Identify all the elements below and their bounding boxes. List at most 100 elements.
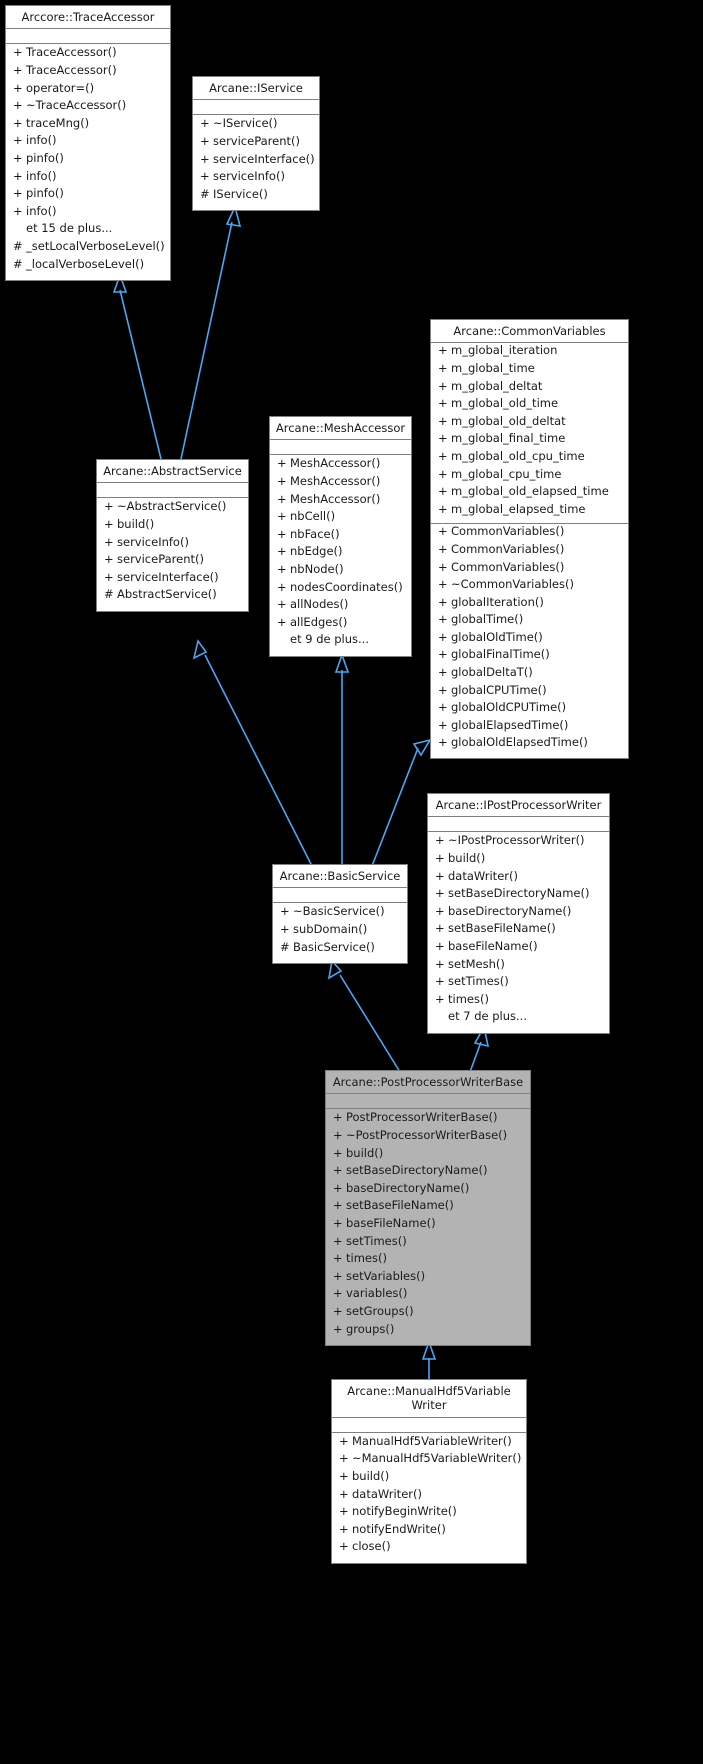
member-row: + ~IService() [193, 118, 319, 136]
class-title: Arcane::AbstractService [103, 464, 242, 478]
member-row: + ~CommonVariables() [431, 579, 628, 597]
member-row: + allEdges() [270, 617, 411, 635]
member-name: CommonVariables() [451, 561, 565, 574]
member-row: + setTimes() [326, 1236, 530, 1254]
member-name: ~IService() [213, 118, 278, 131]
visibility-marker: + [333, 1253, 343, 1266]
member-name: globalTime() [451, 614, 524, 627]
member-row: + globalOldElapsedTime() [431, 737, 628, 755]
class-box-postprocessor-writer-base[interactable]: Arcane::PostProcessorWriterBase + PostPro… [325, 1070, 531, 1347]
member-name: et 9 de plus... [290, 634, 369, 647]
member-name: ~IPostProcessorWriter() [448, 835, 585, 848]
visibility-marker: + [333, 1323, 343, 1336]
member-name: info() [26, 135, 57, 148]
visibility-marker: + [200, 135, 210, 148]
visibility-marker: + [435, 976, 445, 989]
member-row: + serviceParent() [97, 554, 248, 572]
member-row: + globalElapsedTime() [431, 720, 628, 738]
visibility-marker: + [438, 614, 448, 627]
member-row: + m_global_old_deltat [431, 416, 628, 434]
member-row: + ~ManualHdf5VariableWriter() [332, 1453, 526, 1471]
methods-compartment: + TraceAccessor() + TraceAccessor() + opera… [6, 44, 170, 280]
member-row: + setBaseDirectoryName() [428, 888, 609, 906]
member-name: serviceInfo() [213, 171, 285, 184]
visibility-marker: + [435, 905, 445, 918]
visibility-marker: + [438, 468, 448, 481]
member-row: + serviceParent() [193, 136, 319, 154]
member-name: setBaseFileName() [346, 1200, 454, 1213]
member-row: + m_global_old_elapsed_time [431, 486, 628, 504]
member-name: ManualHdf5VariableWriter() [352, 1435, 512, 1448]
member-row: + m_global_deltat [431, 381, 628, 399]
visibility-marker: + [339, 1470, 349, 1483]
member-row: + notifyEndWrite() [332, 1524, 526, 1542]
member-name: ~ManualHdf5VariableWriter() [352, 1453, 522, 1466]
class-box-iservice[interactable]: Arcane::IService + ~IService() + servicePa… [192, 76, 320, 212]
member-row: # AbstractService() [97, 589, 248, 607]
visibility-marker: + [435, 888, 445, 901]
visibility-marker: + [438, 526, 448, 539]
member-row: + m_global_time [431, 363, 628, 381]
member-name: CommonVariables() [451, 526, 565, 539]
visibility-marker: + [104, 554, 114, 567]
class-box-mesh-accessor[interactable]: Arcane::MeshAccessor + MeshAccessor() + Me… [269, 416, 412, 657]
class-box-manual-hdf5-variable-writer[interactable]: Arcane::ManualHdf5Variable Writer + Manua… [331, 1379, 527, 1564]
visibility-marker: + [435, 835, 445, 848]
member-name: ~TraceAccessor() [26, 100, 127, 113]
member-name: m_global_old_deltat [451, 415, 566, 428]
visibility-marker: + [13, 152, 23, 165]
member-name: m_global_old_cpu_time [451, 450, 585, 463]
visibility-marker: + [435, 923, 445, 936]
visibility-marker: + [438, 561, 448, 574]
edge-basicservice-meshaccessor [334, 652, 350, 866]
visibility-marker: + [277, 493, 287, 506]
member-row: + nodesCoordinates() [270, 582, 411, 600]
visibility-marker: + [13, 82, 23, 95]
member-name: serviceParent() [213, 135, 300, 148]
class-box-abstract-service[interactable]: Arcane::AbstractService + ~AbstractServic… [96, 459, 249, 612]
class-box-ipostprocessor-writer[interactable]: Arcane::IPostProcessorWriter + ~IPostProc… [427, 793, 610, 1034]
visibility-marker: + [104, 571, 114, 584]
visibility-marker: + [438, 684, 448, 697]
methods-compartment: + ~BasicService() + subDomain() # BasicServ… [273, 903, 407, 963]
member-name: build() [117, 518, 155, 531]
member-name: groups() [346, 1323, 395, 1336]
member-name: setMesh() [448, 958, 505, 971]
member-name: allNodes() [290, 599, 349, 612]
member-name: dataWriter() [352, 1488, 422, 1501]
member-name: serviceInterface() [117, 571, 219, 584]
methods-compartment: + ~AbstractService() + build() + serviceInf… [97, 498, 248, 611]
visibility-marker: + [277, 546, 287, 559]
member-row: + TraceAccessor() [6, 65, 170, 83]
class-title: Arccore::TraceAccessor [21, 10, 155, 24]
visibility-marker: + [333, 1165, 343, 1178]
member-name: m_global_time [451, 362, 535, 375]
visibility-marker: + [438, 667, 448, 680]
member-row: + m_global_elapsed_time [431, 504, 628, 522]
methods-compartment: + MeshAccessor() + MeshAccessor() + MeshAcc… [270, 455, 411, 656]
class-box-basic-service[interactable]: Arcane::BasicService + ~BasicService() + s… [272, 864, 408, 965]
member-name: ~BasicService() [293, 906, 385, 919]
member-name: notifyEndWrite() [352, 1523, 446, 1536]
attributes-compartment [270, 440, 411, 454]
member-row: + globalDeltaT() [431, 667, 628, 685]
member-row: + serviceInterface() [97, 572, 248, 590]
member-name: globalOldElapsedTime() [451, 737, 588, 750]
member-row: + globalOldTime() [431, 632, 628, 650]
visibility-marker: + [438, 345, 448, 358]
member-row: + dataWriter() [428, 871, 609, 889]
member-row: + ~IPostProcessorWriter() [428, 835, 609, 853]
member-name: globalDeltaT() [451, 667, 533, 680]
attributes-compartment [332, 1418, 526, 1432]
member-name: ~AbstractService() [117, 501, 227, 514]
visibility-marker: + [438, 579, 448, 592]
member-row: + nbCell() [270, 511, 411, 529]
member-name: ~PostProcessorWriterBase() [346, 1129, 508, 1142]
member-row: + baseFileName() [428, 941, 609, 959]
class-box-trace-accessor[interactable]: Arccore::TraceAccessor + TraceAccessor() … [5, 5, 171, 282]
member-row: + MeshAccessor() [270, 494, 411, 512]
member-row-more: et 7 de plus... [428, 1011, 609, 1029]
member-name: setBaseFileName() [448, 923, 556, 936]
visibility-marker: + [277, 528, 287, 541]
class-box-common-variables[interactable]: Arcane::CommonVariables + m_global_iterat… [430, 319, 629, 760]
